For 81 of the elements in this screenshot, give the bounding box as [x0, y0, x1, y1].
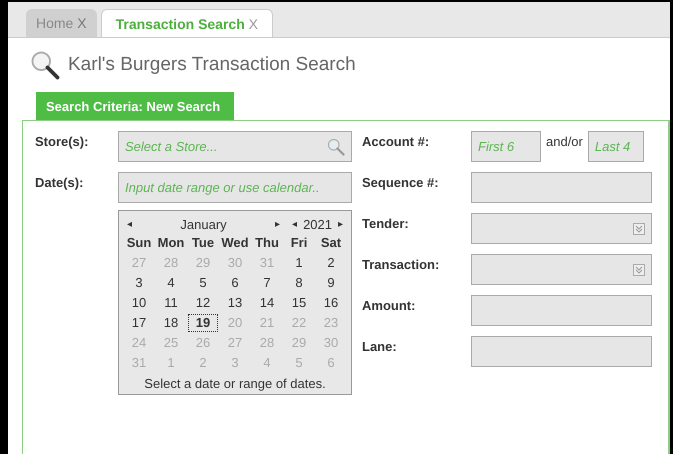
and-or-label: and/or	[546, 133, 583, 149]
field-label: Amount:	[362, 297, 416, 315]
calendar-day[interactable]: 29	[187, 253, 219, 273]
year-label: 2021	[303, 216, 332, 232]
first-six-field[interactable]: First 6	[471, 131, 541, 162]
calendar-day[interactable]: 11	[155, 293, 187, 313]
calendar-day[interactable]: 13	[219, 293, 251, 313]
input-field[interactable]: Input date range or use calendar..	[118, 172, 352, 203]
calendar-day[interactable]: 22	[283, 313, 315, 333]
field-label: Date(s):	[35, 174, 84, 192]
calendar-day[interactable]: 12	[187, 293, 219, 313]
input-field[interactable]	[471, 295, 652, 326]
input-field[interactable]	[471, 336, 652, 367]
weekday-label: Mon	[156, 234, 186, 252]
calendar-day[interactable]: 30	[219, 253, 251, 273]
calendar-day[interactable]: 5	[283, 353, 315, 373]
calendar-day[interactable]: 2	[187, 353, 219, 373]
previous-month-button[interactable]: ◂	[127, 218, 132, 230]
calendar-day[interactable]: 3	[219, 353, 251, 373]
previous-year-button[interactable]: ◂	[292, 218, 298, 230]
calendar-day[interactable]: 4	[251, 353, 283, 373]
calendar-day[interactable]: 29	[283, 333, 315, 353]
calendar-day[interactable]: 21	[251, 313, 283, 333]
calendar-day[interactable]: 30	[315, 333, 347, 353]
weekday-label: Sun	[126, 234, 152, 252]
calendar-day[interactable]: 19	[187, 313, 219, 333]
next-year-button[interactable]: ▸	[338, 218, 343, 230]
store-field[interactable]: Select a Store...	[118, 131, 352, 162]
weekday-label: Thu	[254, 234, 280, 252]
weekday-label: Sat	[320, 234, 342, 252]
calendar-day[interactable]: 14	[251, 293, 283, 313]
calendar-day[interactable]: 6	[315, 353, 347, 373]
dropdown-field[interactable]	[471, 254, 652, 285]
calendar-day[interactable]: 25	[155, 333, 187, 353]
calendar-day[interactable]: 17	[123, 313, 155, 333]
calendar-day[interactable]: 16	[315, 293, 347, 313]
calendar-day[interactable]: 2	[315, 253, 347, 273]
weekday-label: Tue	[190, 234, 216, 252]
dropdown-field[interactable]	[471, 213, 652, 244]
calendar-day[interactable]: 20	[219, 313, 251, 333]
field-label: Sequence #:	[362, 174, 440, 192]
dropdown-icon	[633, 222, 645, 234]
field-label: Lane:	[362, 338, 398, 356]
calendar-day[interactable]: 7	[251, 273, 283, 293]
calendar-day[interactable]: 1	[283, 253, 315, 273]
calendar-day[interactable]: 18	[155, 313, 187, 333]
calendar-day[interactable]: 9	[315, 273, 347, 293]
calendar-day[interactable]: 6	[219, 273, 251, 293]
tab[interactable]: Home X	[26, 9, 97, 37]
calendar-day[interactable]: 27	[123, 253, 155, 273]
calendar-day[interactable]: 1	[155, 353, 187, 373]
calendar-day[interactable]: 4	[155, 273, 187, 293]
calendar-day[interactable]: 27	[219, 333, 251, 353]
field-label: Tender:	[362, 215, 410, 233]
calendar-day[interactable]: 31	[123, 353, 155, 373]
field-label: Account #:	[362, 133, 430, 151]
field-label: Transaction:	[362, 256, 440, 274]
input-field[interactable]	[471, 172, 652, 203]
search-icon	[30, 50, 60, 80]
calendar-day[interactable]: 28	[155, 253, 187, 273]
calendar-day[interactable]: 8	[283, 273, 315, 293]
weekday-label: Fri	[290, 234, 308, 252]
calendar-day[interactable]: 26	[187, 333, 219, 353]
calendar-day[interactable]: 5	[187, 273, 219, 293]
calendar-day[interactable]: 31	[251, 253, 283, 273]
calendar-day[interactable]: 23	[315, 313, 347, 333]
tab[interactable]: Transaction Search X	[100, 9, 273, 37]
calendar-day[interactable]: 10	[123, 293, 155, 313]
calendar-day[interactable]: 24	[123, 333, 155, 353]
last-four-field[interactable]: Last 4	[588, 131, 644, 162]
next-month-button[interactable]: ▸	[275, 218, 280, 230]
month-label: January	[179, 216, 228, 232]
weekday-label: Wed	[220, 234, 250, 252]
calendar-day[interactable]: 3	[123, 273, 155, 293]
field-label: Store(s):	[35, 133, 90, 151]
calendar-hint: Select a date or range of dates.	[143, 376, 327, 391]
page-title: Karl's Burgers Transaction Search	[68, 54, 356, 76]
dropdown-icon	[633, 264, 645, 276]
calendar-day[interactable]: 15	[283, 293, 315, 313]
search-icon[interactable]	[327, 138, 345, 156]
calendar-day[interactable]: 28	[251, 333, 283, 353]
